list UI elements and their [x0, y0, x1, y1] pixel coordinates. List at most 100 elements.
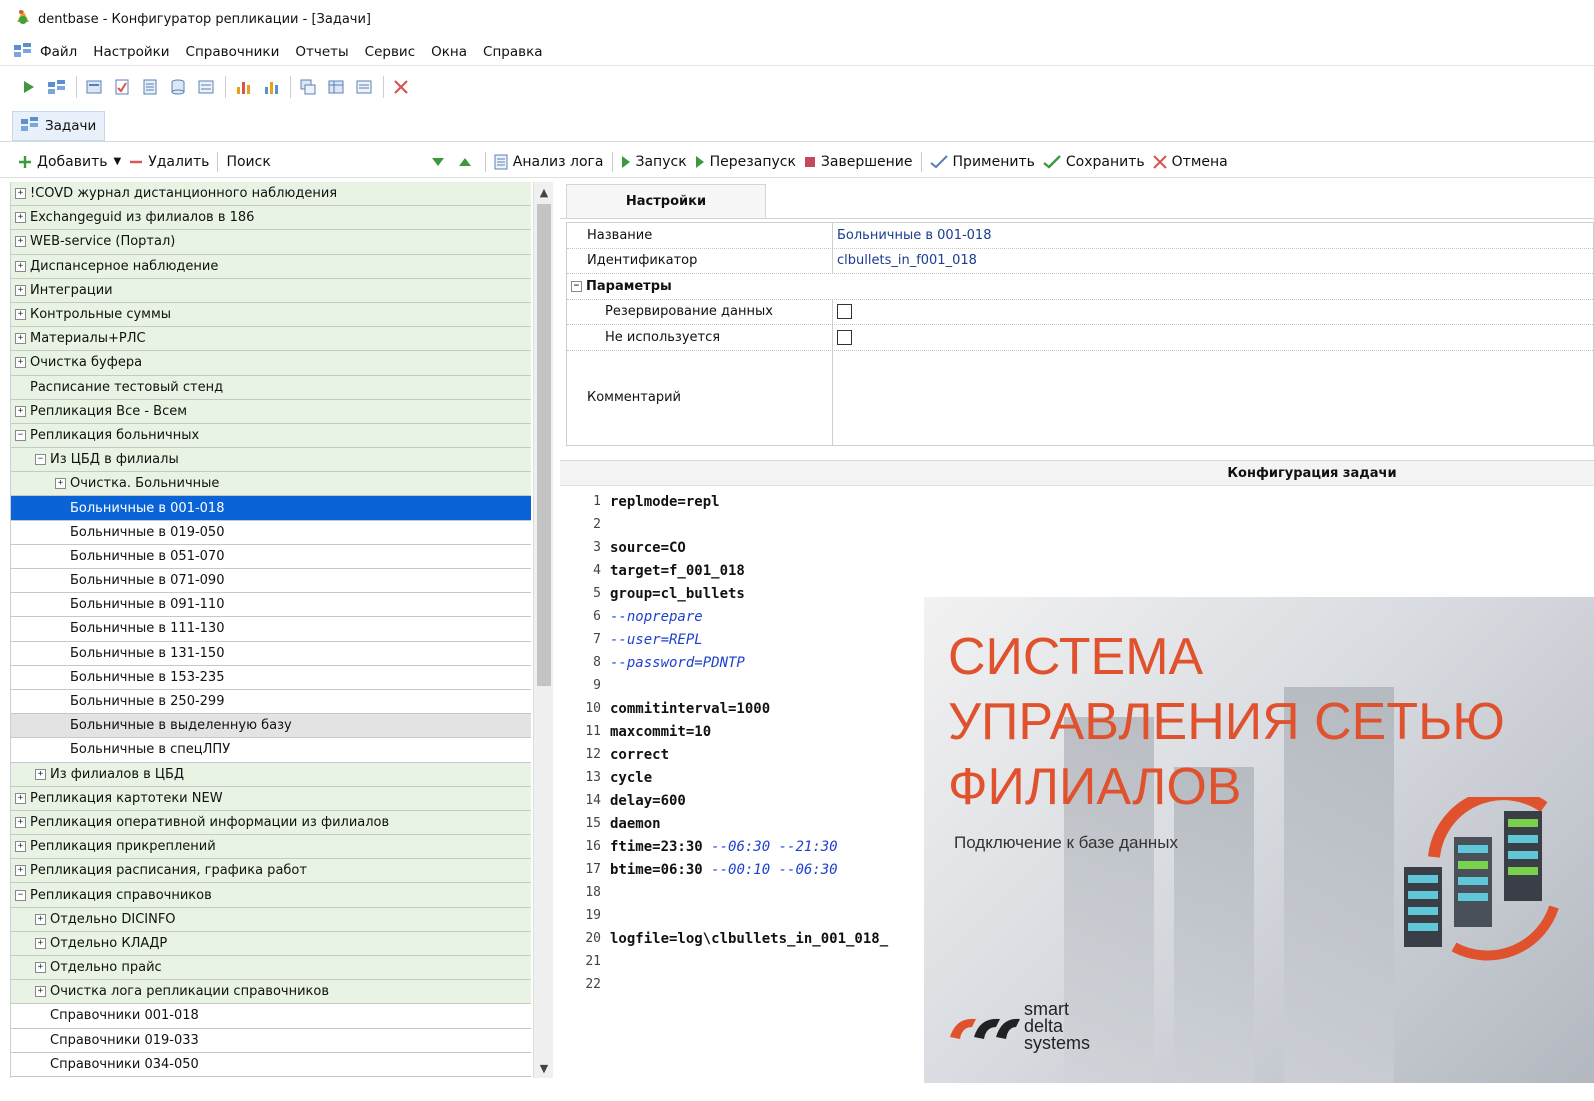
tree-node[interactable]: + Репликация оперативной информации из фи…: [11, 810, 531, 836]
scroll-thumb[interactable]: [537, 204, 551, 686]
tree-node[interactable]: + Exchangeguid из филиалов в 186: [11, 206, 531, 231]
tree-node[interactable]: − Репликация больничных: [11, 423, 531, 449]
sheet-icon[interactable]: [353, 76, 375, 98]
tree-node[interactable]: + Отдельно КЛАДР: [11, 931, 531, 956]
expand-icon[interactable]: +: [15, 188, 26, 200]
property-id-value[interactable]: clbullets_in_f001_018: [833, 249, 1593, 274]
scroll-down-icon[interactable]: ▼: [534, 1058, 554, 1078]
move-up-button[interactable]: [458, 157, 477, 167]
menu-service[interactable]: Сервис: [365, 44, 415, 60]
menu-settings[interactable]: Настройки: [93, 44, 169, 60]
menu-windows[interactable]: Окна: [431, 44, 467, 60]
chevron-down-icon[interactable]: ▼: [113, 156, 121, 167]
tree-node[interactable]: + WEB-service (Портал): [11, 230, 531, 255]
play-icon[interactable]: [18, 76, 40, 98]
collapse-icon[interactable]: −: [15, 429, 26, 441]
tree-node[interactable]: Больничные в 250-299: [11, 689, 531, 715]
property-name-value[interactable]: Больничные в 001-018: [833, 223, 1593, 248]
tree-node[interactable]: Больничные в спецЛПУ: [11, 738, 531, 763]
table-icon[interactable]: [325, 76, 347, 98]
task-tree[interactable]: + !COVD журнал дистанционного наблюдения +…: [10, 182, 531, 1078]
tree-node[interactable]: Больничные в 051-070: [11, 544, 531, 569]
tree-node[interactable]: Больничные в 019-050: [11, 520, 531, 545]
expand-icon[interactable]: +: [35, 913, 46, 925]
menu-reports[interactable]: Отчеты: [295, 44, 348, 60]
tree-node[interactable]: + !COVD журнал дистанционного наблюдения: [11, 182, 531, 207]
expand-icon[interactable]: +: [35, 768, 46, 780]
backup-checkbox[interactable]: [837, 304, 852, 320]
tree-node[interactable]: Справочники 019-033: [11, 1028, 531, 1053]
tree-node[interactable]: Больничные в выделенную базу: [11, 714, 531, 739]
expand-icon[interactable]: +: [15, 865, 26, 877]
collapse-icon[interactable]: −: [15, 889, 26, 901]
bar-chart-icon[interactable]: [232, 76, 254, 98]
search-button[interactable]: Поиск: [226, 154, 270, 170]
menu-directories[interactable]: Справочники: [186, 44, 280, 60]
delete-button[interactable]: Удалить: [129, 154, 209, 170]
tree-node[interactable]: Больничные в 111-130: [11, 617, 531, 642]
tree-node[interactable]: Справочники 034-050: [11, 1052, 531, 1077]
add-button[interactable]: Добавить ▼: [18, 154, 121, 170]
tree-scrollbar[interactable]: ▲ ▼: [533, 182, 553, 1078]
expand-icon[interactable]: +: [15, 333, 26, 345]
tree-node[interactable]: − Репликация справочников: [11, 883, 531, 908]
form-icon[interactable]: [83, 76, 105, 98]
expand-icon[interactable]: +: [15, 405, 26, 417]
tree-node[interactable]: + Из филиалов в ЦБД: [11, 762, 531, 787]
menu-file[interactable]: Файл: [40, 44, 77, 60]
tree-node[interactable]: + Репликация прикреплений: [11, 835, 531, 860]
tree-node[interactable]: − Из ЦБД в филиалы: [11, 448, 531, 473]
document-icon[interactable]: [139, 76, 161, 98]
tree-node[interactable]: + Интеграции: [11, 278, 531, 303]
expand-icon[interactable]: +: [15, 841, 26, 853]
tree-node[interactable]: + Очистка лога репликации справочников: [11, 980, 531, 1005]
windows-cascade-icon[interactable]: [297, 76, 319, 98]
expand-icon[interactable]: +: [15, 309, 26, 321]
tree-node[interactable]: Больничные в 131-150: [11, 641, 531, 666]
property-comment-value[interactable]: [833, 351, 1593, 445]
expand-icon[interactable]: +: [35, 962, 46, 974]
tasks-grid-icon[interactable]: [14, 42, 32, 61]
expand-icon[interactable]: +: [35, 986, 46, 998]
list-icon[interactable]: [195, 76, 217, 98]
expand-icon[interactable]: +: [15, 236, 26, 248]
restart-button[interactable]: Перезапуск: [695, 154, 796, 170]
tree-node[interactable]: + Диспансерное наблюдение: [11, 254, 531, 279]
menu-help[interactable]: Справка: [483, 44, 542, 60]
close-icon[interactable]: [390, 76, 412, 98]
expand-icon[interactable]: +: [15, 792, 26, 804]
log-analysis-button[interactable]: Анализ лога: [494, 154, 604, 170]
tree-node[interactable]: + Отдельно прайс: [11, 956, 531, 981]
tree-node[interactable]: + Контрольные суммы: [11, 302, 531, 328]
tree-node[interactable]: + Очистка буфера: [11, 351, 531, 376]
expand-icon[interactable]: +: [55, 478, 66, 490]
tree-node[interactable]: + Репликация Все - Всем: [11, 399, 531, 424]
tree-node[interactable]: + Репликация картотеки NEW: [11, 786, 531, 811]
tasks-icon[interactable]: [46, 76, 68, 98]
tree-node[interactable]: Справочники 001-018: [11, 1004, 531, 1029]
tree-node[interactable]: Больничные в 071-090: [11, 569, 531, 594]
collapse-icon[interactable]: −: [35, 454, 46, 466]
tree-node[interactable]: + Материалы+РЛС: [11, 327, 531, 352]
expand-icon[interactable]: +: [15, 260, 26, 272]
stop-button[interactable]: Завершение: [804, 154, 913, 170]
tree-node[interactable]: Больничные в 153-235: [11, 665, 531, 690]
tree-node[interactable]: Больничные в 091-110: [11, 593, 531, 618]
tab-settings[interactable]: Настройки: [566, 184, 766, 218]
unused-checkbox[interactable]: [837, 329, 852, 345]
tree-node[interactable]: Расписание тестовый стенд: [11, 375, 531, 400]
scroll-up-icon[interactable]: ▲: [534, 182, 554, 202]
tree-node[interactable]: Больничные в 001-018: [11, 496, 531, 521]
move-down-button[interactable]: [431, 157, 450, 167]
expand-icon[interactable]: +: [15, 212, 26, 224]
save-button[interactable]: Сохранить: [1043, 154, 1145, 170]
database-icon[interactable]: [167, 76, 189, 98]
collapse-icon[interactable]: −: [571, 280, 582, 292]
expand-icon[interactable]: +: [15, 284, 26, 296]
apply-button[interactable]: Применить: [929, 154, 1035, 170]
tree-node[interactable]: + Очистка. Больничные: [11, 472, 531, 497]
checklist-icon[interactable]: [111, 76, 133, 98]
expand-icon[interactable]: +: [35, 937, 46, 949]
cancel-button[interactable]: Отмена: [1152, 154, 1228, 170]
tree-node[interactable]: + Отдельно DICINFO: [11, 907, 531, 932]
